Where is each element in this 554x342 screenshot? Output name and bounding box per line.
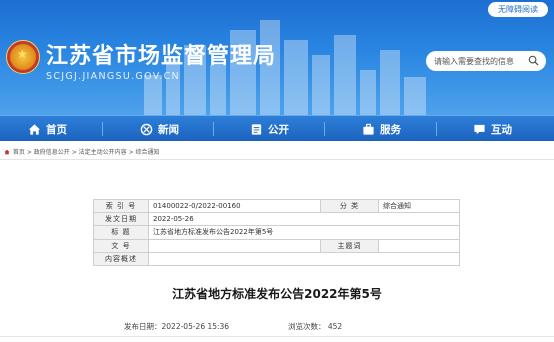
breadcrumb-item-home[interactable]: 首页 <box>13 149 25 156</box>
nav-divider <box>213 122 214 136</box>
national-emblem-logo: ★ <box>6 40 40 74</box>
title-value: 江苏省地方标准发布公告2022年第5号 <box>148 225 460 240</box>
nav-label: 公开 <box>268 123 289 136</box>
table-row: 内容概述 <box>93 251 460 266</box>
document-info-table: 索 引 号 01400022-0/2022-00160 分 类 综合通知 发文日… <box>93 198 460 266</box>
breadcrumb-separator: > <box>126 149 136 156</box>
category-value: 综合通知 <box>378 198 460 214</box>
page: 无障碍阅读 ★ 江苏省市场监督管理局 SCJGJ.JIANGSU.GOV.CN … <box>0 0 554 342</box>
table-row: 发文日期 2022-05-26 <box>93 212 460 227</box>
article-title: 江苏省地方标准发布公告2022年第5号 <box>172 287 382 301</box>
public-icon <box>251 123 262 135</box>
service-icon <box>363 123 374 135</box>
subject-label: 主题词 <box>320 238 379 253</box>
docno-label: 文 号 <box>93 238 149 253</box>
site-title[interactable]: 江苏省市场监督管理局 <box>46 38 276 70</box>
home-icon <box>4 149 10 155</box>
breadcrumb-separator: > <box>69 149 79 156</box>
title-label: 标 题 <box>93 225 149 240</box>
nav-item-home[interactable]: 首页 <box>28 116 67 142</box>
summary-label: 内容概述 <box>93 251 149 266</box>
search-input[interactable] <box>434 54 522 68</box>
breadcrumb-item-gov-info[interactable]: 政府信息公开 <box>34 149 70 156</box>
view-count: 浏览次数： 452 <box>288 322 343 331</box>
nav-item-interact[interactable]: 互动 <box>473 116 512 142</box>
nav-item-service[interactable]: 服务 <box>362 116 401 142</box>
docno-value <box>148 238 321 253</box>
index-label: 索 引 号 <box>93 198 149 214</box>
divider <box>0 336 554 337</box>
home-icon <box>28 123 41 135</box>
interact-icon <box>474 124 485 134</box>
search-box <box>426 51 546 71</box>
breadcrumb-separator: > <box>24 149 34 156</box>
breadcrumb: 首页 > 政府信息公开 > 法定主动公开内容 > 综合通知 <box>4 147 160 156</box>
accessibility-button[interactable]: 无障碍阅读 <box>488 2 548 17</box>
nav-divider <box>436 122 437 136</box>
table-row: 标 题 江苏省地方标准发布公告2022年第5号 <box>93 225 460 240</box>
summary-value <box>148 251 460 266</box>
publish-date: 发布日期：2022-05-26 15:36 <box>124 322 230 331</box>
site-url: SCJGJ.JIANGSU.GOV.CN <box>46 71 180 82</box>
search-icon[interactable] <box>528 55 539 66</box>
nav-item-news[interactable]: 新闻 <box>140 116 179 142</box>
nav-item-public[interactable]: 公开 <box>250 116 289 142</box>
star-icon: ★ <box>17 47 28 61</box>
nav-label: 互动 <box>491 123 512 136</box>
breadcrumb-item-notice[interactable]: 综合通知 <box>136 149 160 156</box>
site-header: 无障碍阅读 ★ 江苏省市场监督管理局 SCJGJ.JIANGSU.GOV.CN <box>0 0 554 115</box>
nav-divider <box>102 122 103 136</box>
date-value: 2022-05-26 <box>148 212 460 227</box>
breadcrumb-item-statutory[interactable]: 法定主动公开内容 <box>79 149 127 156</box>
nav-divider <box>324 122 325 136</box>
subject-value <box>378 238 460 253</box>
index-value: 01400022-0/2022-00160 <box>148 198 321 214</box>
nav-label: 新闻 <box>158 123 179 136</box>
main-nav: 首页 新闻 公开 服务 互动 <box>0 115 554 141</box>
nav-label: 服务 <box>380 123 401 136</box>
nav-label: 首页 <box>46 123 67 136</box>
table-row: 索 引 号 01400022-0/2022-00160 分 类 综合通知 <box>93 198 460 214</box>
date-label: 发文日期 <box>93 212 149 227</box>
news-icon <box>140 123 153 135</box>
category-label: 分 类 <box>320 198 379 214</box>
table-row: 文 号 主题词 <box>93 238 460 253</box>
divider <box>0 159 554 160</box>
